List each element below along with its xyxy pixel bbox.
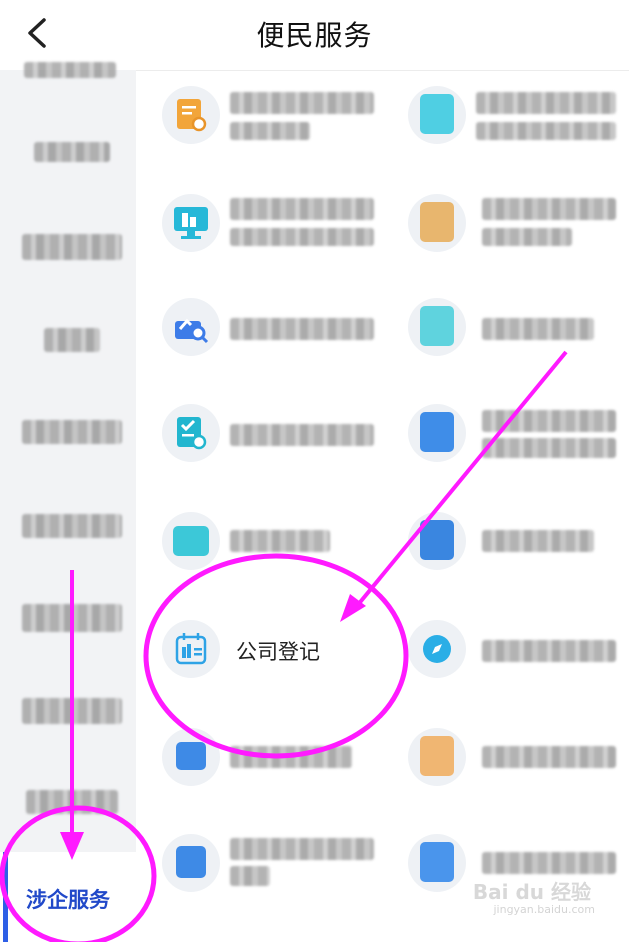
arrow-diagonal	[350, 350, 568, 614]
service-icon-right-3[interactable]	[408, 298, 466, 356]
service-label-blurred	[482, 852, 616, 874]
service-label-blurred	[482, 318, 594, 340]
service-label-blurred	[230, 92, 374, 114]
service-label-blurred	[230, 746, 352, 768]
service-icon-doc[interactable]	[162, 834, 220, 892]
sidebar-item-label: 涉企服务	[26, 888, 110, 912]
briefcase-icon	[176, 742, 206, 770]
sidebar-item-blurred[interactable]	[22, 234, 122, 260]
calendar-building-icon	[175, 633, 207, 665]
id-card-icon	[420, 842, 454, 882]
service-label-blurred	[230, 228, 374, 246]
calendar-icon	[420, 412, 454, 452]
service-label-blurred	[476, 122, 616, 140]
page-title: 便民服务	[256, 19, 373, 52]
sidebar-item-blurred[interactable]	[22, 698, 122, 724]
service-icon-certificate[interactable]	[162, 86, 220, 144]
certificate-icon	[177, 99, 207, 132]
folder-icon	[420, 520, 454, 560]
service-icon-search[interactable]	[162, 298, 220, 356]
service-label-blurred	[230, 530, 330, 552]
service-icon-monitor[interactable]	[162, 194, 220, 252]
service-label-blurred	[230, 122, 310, 140]
document-icon	[176, 846, 206, 878]
monitor-building-icon	[174, 207, 208, 239]
sidebar-item-active[interactable]: 涉企服务	[0, 852, 136, 942]
sidebar-item-blurred[interactable]	[24, 62, 116, 78]
service-label-blurred	[482, 198, 616, 220]
service-label-blurred	[482, 640, 616, 662]
chart-icon	[420, 306, 454, 346]
service-label-blurred	[230, 838, 374, 860]
active-indicator	[3, 852, 8, 942]
company-registration-icon-button[interactable]	[162, 620, 220, 678]
compass-icon	[423, 635, 451, 663]
sidebar-item-blurred[interactable]	[26, 790, 118, 814]
sidebar-item-blurred[interactable]	[34, 142, 110, 162]
app-header: 便民服务	[0, 0, 629, 71]
service-label-blurred	[230, 866, 270, 886]
sidebar-item-blurred[interactable]	[44, 328, 100, 352]
service-icon-right-4[interactable]	[408, 404, 466, 462]
service-label-blurred	[230, 198, 374, 220]
service-icon-right-5[interactable]	[408, 512, 466, 570]
sidebar-item-blurred[interactable]	[22, 420, 122, 444]
service-icon-right-6[interactable]	[408, 620, 466, 678]
watermark-brand: Bai du 经验	[472, 880, 591, 904]
card-icon	[173, 526, 209, 556]
box-icon	[420, 736, 454, 776]
sidebar-item-blurred[interactable]	[22, 514, 122, 538]
service-label-blurred	[476, 92, 616, 114]
checklist-award-icon	[177, 417, 207, 450]
service-label-blurred	[482, 438, 616, 458]
service-icon-right-8[interactable]	[408, 834, 466, 892]
service-icon-right-2[interactable]	[408, 194, 466, 252]
service-icon-right-1[interactable]	[408, 86, 466, 144]
service-label-blurred	[230, 424, 374, 446]
service-label-blurred	[482, 746, 616, 768]
service-icon-card[interactable]	[162, 512, 220, 570]
company-registration-label[interactable]: 公司登记	[236, 636, 320, 666]
arrow-diagonal-head	[340, 594, 366, 622]
service-icon-right-7[interactable]	[408, 728, 466, 786]
service-label-blurred	[482, 530, 594, 552]
package-icon	[420, 202, 454, 242]
service-icon-checklist[interactable]	[162, 404, 220, 462]
service-icon-bag[interactable]	[162, 728, 220, 786]
sidebar-item-blurred[interactable]	[22, 604, 122, 632]
search-doc-icon	[175, 318, 209, 344]
building-icon	[420, 94, 454, 134]
watermark-url: jingyan.baidu.com	[493, 903, 595, 916]
service-label-blurred	[230, 318, 374, 340]
category-sidebar	[0, 62, 136, 942]
service-label-blurred	[482, 228, 572, 246]
service-label-blurred	[482, 410, 616, 432]
